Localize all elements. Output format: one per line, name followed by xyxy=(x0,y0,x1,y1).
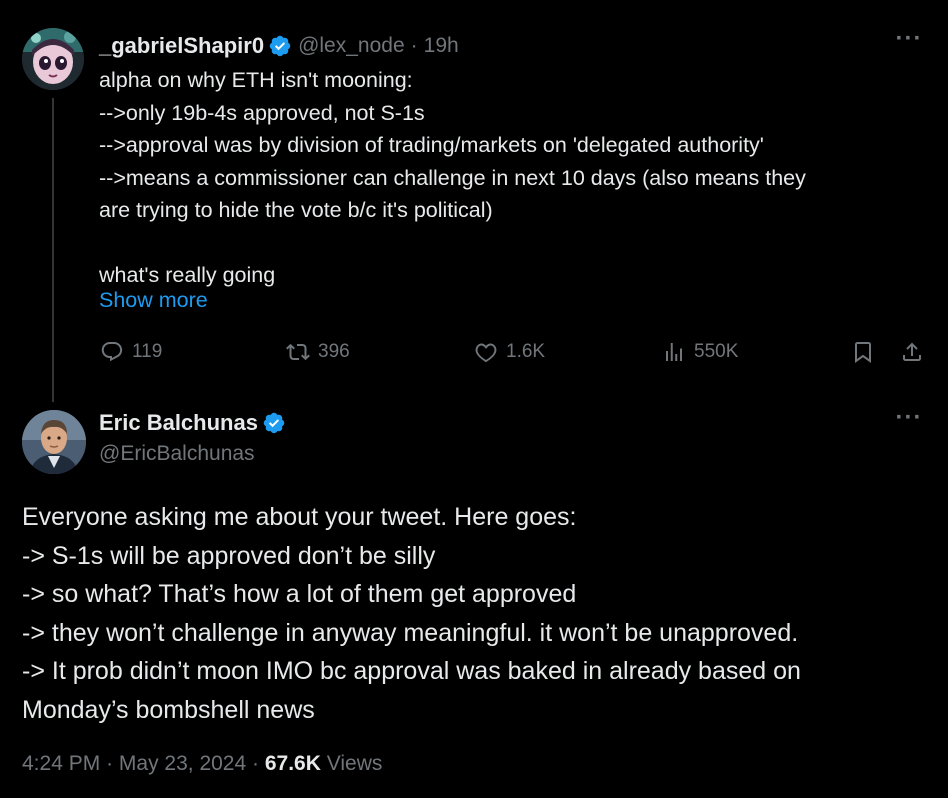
bookmark-icon xyxy=(855,342,871,363)
author-handle[interactable]: @lex_node xyxy=(298,34,405,58)
tweet-text-line: Monday’s bombshell news xyxy=(22,695,315,724)
views-label: Views xyxy=(326,752,383,775)
separator-dot: · xyxy=(252,752,260,775)
avatar[interactable] xyxy=(22,28,84,90)
views-button[interactable]: 550K xyxy=(662,340,738,364)
show-more-link[interactable]: Show more xyxy=(99,288,208,313)
tweet-text-line: alpha on why ETH isn't mooning: xyxy=(99,68,413,92)
tweet-date[interactable]: May 23, 2024 xyxy=(119,752,246,775)
verified-badge-icon[interactable] xyxy=(268,34,292,58)
tweet-time[interactable]: 4:24 PM xyxy=(22,752,100,775)
views-count: 550K xyxy=(694,341,739,362)
author-name[interactable]: Eric Balchunas xyxy=(99,410,258,436)
reply-count: 119 xyxy=(132,341,163,362)
separator-dot: · xyxy=(106,752,114,775)
like-count: 1.6K xyxy=(506,341,546,362)
bookmark-button[interactable] xyxy=(851,340,883,364)
reply-author-row: Eric Balchunas xyxy=(99,410,286,436)
share-icon xyxy=(903,342,921,361)
more-options-button[interactable]: ··· xyxy=(894,27,924,54)
like-button[interactable]: 1.6K xyxy=(474,340,545,364)
author-row: _gabrielShapir0 @lex_node · 19h xyxy=(99,32,459,60)
tweet-text-line: -> so what? That’s how a lot of them get… xyxy=(22,580,577,608)
author-handle[interactable]: @EricBalchunas xyxy=(99,442,255,466)
tweet-text-line: Everyone asking me about your tweet. Her… xyxy=(22,503,577,531)
heart-icon xyxy=(475,343,497,363)
tweet-text-line: -> S-1s will be approved don’t be silly xyxy=(22,541,436,570)
tweet-text: Everyone asking me about your tweet. Her… xyxy=(22,498,922,729)
tweet-text-line: -->means a commissioner can challenge in… xyxy=(99,165,806,190)
views-count[interactable]: 67.6K xyxy=(265,752,321,775)
tweet-text-line: -->approval was by division of trading/m… xyxy=(99,133,764,157)
tweet-metadata: 4:24 PM · May 23, 2024 · 67.6K Views xyxy=(22,752,382,776)
tweet-card: _gabrielShapir0 @lex_node · 19h ··· alph… xyxy=(0,0,948,798)
tweet-text-line: what's really going xyxy=(99,263,276,287)
tweet-text-line: -> they won’t challenge in anyway meanin… xyxy=(22,618,799,647)
tweet-text-line: -> It prob didn’t moon IMO bc approval w… xyxy=(22,657,801,685)
more-options-button[interactable]: ··· xyxy=(894,406,924,433)
thread-connector-line xyxy=(52,98,54,402)
reply-button[interactable]: 119 xyxy=(100,340,162,364)
separator-dot: · xyxy=(410,34,418,57)
repost-button[interactable]: 396 xyxy=(286,340,350,364)
action-bar: 119 396 1.6K 550K xyxy=(100,340,930,372)
tweet-text-line: -->only 19b-4s approved, not S-1s xyxy=(99,100,425,125)
author-name[interactable]: _gabrielShapir0 xyxy=(99,33,264,59)
verified-badge-icon[interactable] xyxy=(262,411,286,435)
bar-chart-icon xyxy=(666,343,682,361)
repost-count: 396 xyxy=(318,341,350,362)
repost-icon xyxy=(286,343,310,361)
share-button[interactable] xyxy=(900,340,932,364)
avatar[interactable] xyxy=(22,410,86,474)
tweet-text-line xyxy=(99,227,929,260)
tweet-text-line: are trying to hide the vote b/c it's pol… xyxy=(99,198,493,222)
tweet-text: alpha on why ETH isn't mooning: -->only … xyxy=(99,64,929,292)
quoted-parent-tweet[interactable]: _gabrielShapir0 @lex_node · 19h ··· alph… xyxy=(0,0,948,402)
reply-icon xyxy=(101,342,123,362)
tweet-age[interactable]: 19h xyxy=(424,34,459,58)
